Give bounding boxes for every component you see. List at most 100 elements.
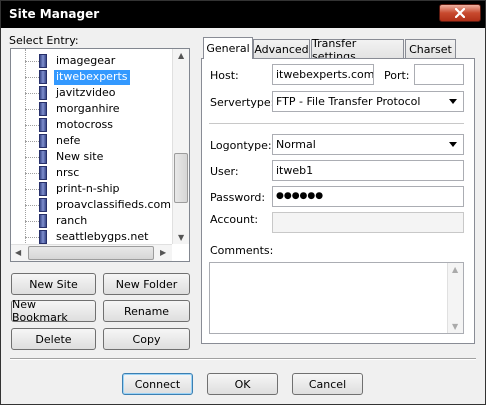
server-icon: [39, 198, 47, 212]
title-bar: Site Manager: [1, 1, 485, 28]
tree-item-label: nrsc: [56, 166, 80, 179]
server-icon: [39, 134, 47, 148]
servertype-select[interactable]: FTP - File Transfer Protocol: [272, 91, 464, 112]
tree-item[interactable]: javitzvideo: [11, 85, 171, 101]
tree-item[interactable]: imagegear: [11, 53, 171, 69]
server-icon: [39, 54, 47, 68]
user-label: User:: [210, 165, 239, 178]
tree-connector: [25, 77, 39, 78]
tree-item[interactable]: New site: [11, 149, 171, 165]
tree-item-label: seattlebygps.net: [56, 230, 149, 243]
tree-item[interactable]: print-n-ship: [11, 181, 171, 197]
tree-item-label: motocross: [56, 118, 114, 131]
tree-connector: [25, 157, 39, 158]
tab-general[interactable]: General: [203, 37, 253, 59]
scroll-down-icon[interactable]: ▼: [178, 233, 184, 242]
comments-textarea[interactable]: ▲ ▼: [209, 262, 464, 334]
tree-item[interactable]: morganhire: [11, 101, 171, 117]
tree-connector: [25, 189, 39, 190]
tab-advanced[interactable]: Advanced: [253, 39, 310, 59]
tree-item-label: New site: [56, 150, 104, 163]
comments-scrollbar[interactable]: ▲ ▼: [447, 263, 463, 333]
chevron-down-icon: [449, 99, 457, 104]
tree-connector: [25, 61, 39, 62]
delete-button[interactable]: Delete: [11, 328, 96, 350]
tree-horizontal-scroll-thumb[interactable]: [28, 246, 154, 260]
connect-button[interactable]: Connect: [122, 373, 193, 395]
tab-transfer-settings[interactable]: Transfer settings: [311, 37, 404, 63]
copy-button[interactable]: Copy: [103, 328, 190, 350]
scroll-right-icon[interactable]: ▶: [160, 248, 166, 257]
chevron-down-icon: [449, 142, 457, 147]
tree-connector: [25, 109, 39, 110]
tree-connector: [25, 237, 39, 238]
tree-item[interactable]: ranch: [11, 213, 171, 229]
tree-item[interactable]: motocross: [11, 117, 171, 133]
tree-connector: [25, 93, 39, 94]
tree-item-label: ranch: [56, 214, 88, 227]
scroll-down-icon[interactable]: ▼: [452, 322, 458, 331]
close-icon: [455, 8, 465, 18]
footer-separator: [10, 358, 476, 360]
tree-item-label: imagegear: [56, 54, 116, 67]
server-icon: [39, 230, 47, 244]
tree-connector: [25, 125, 39, 126]
user-input[interactable]: itweb1: [272, 160, 464, 181]
tree-item[interactable]: nefe: [11, 133, 171, 149]
server-icon: [39, 214, 47, 228]
account-input: [272, 212, 464, 233]
tree-item[interactable]: seattlebygps.net: [11, 229, 171, 245]
host-input[interactable]: itwebexperts.com: [272, 64, 374, 85]
new-bookmark-button[interactable]: New Bookmark: [11, 298, 96, 324]
password-input[interactable]: ●●●●●●: [272, 186, 464, 207]
tree-horizontal-scrollbar[interactable]: ◀ ▶: [11, 244, 172, 261]
logontype-select[interactable]: Normal: [272, 134, 464, 155]
tree-item-label: javitzvideo: [56, 86, 116, 99]
tab-charset[interactable]: Charset: [405, 39, 456, 59]
logontype-label: Logontype:: [210, 139, 272, 152]
comments-label: Comments:: [210, 244, 274, 257]
tree-vertical-scroll-thumb[interactable]: [174, 153, 188, 203]
server-icon: [39, 150, 47, 164]
scroll-up-icon[interactable]: ▲: [452, 265, 458, 274]
server-icon: [39, 182, 47, 196]
site-manager-window: Site Manager Select Entry: imagegear itwe…: [0, 0, 486, 405]
site-tree[interactable]: imagegear itwebexperts javitzvideo morganhi…: [10, 48, 190, 262]
close-button[interactable]: [439, 4, 481, 22]
port-label: Port:: [384, 69, 410, 82]
server-icon: [39, 166, 47, 180]
server-icon: [39, 118, 47, 132]
servertype-value: FTP - File Transfer Protocol: [276, 95, 421, 108]
password-label: Password:: [210, 191, 266, 204]
servertype-label: Servertype:: [210, 96, 275, 109]
select-entry-label: Select Entry:: [9, 34, 79, 47]
new-site-button[interactable]: New Site: [11, 273, 96, 295]
server-icon: [39, 70, 47, 84]
port-input[interactable]: [414, 64, 464, 85]
tree-item[interactable]: nrsc: [11, 165, 171, 181]
new-folder-button[interactable]: New Folder: [103, 273, 190, 295]
scroll-left-icon[interactable]: ◀: [15, 248, 21, 257]
host-label: Host:: [210, 69, 239, 82]
tree-connector: [25, 205, 39, 206]
tree-vertical-scrollbar[interactable]: ▲ ▼: [172, 49, 189, 244]
tree-item-label: morganhire: [56, 102, 120, 115]
scroll-up-icon[interactable]: ▲: [178, 51, 184, 60]
tree-connector: [25, 173, 39, 174]
server-icon: [39, 102, 47, 116]
window-title: Site Manager: [9, 7, 100, 21]
account-label: Account:: [210, 213, 259, 226]
tree-item-label: proavclassifieds.com: [56, 198, 172, 211]
separator: [209, 123, 464, 125]
tree-item-label: nefe: [56, 134, 81, 147]
tree-connector: [25, 221, 39, 222]
logontype-value: Normal: [276, 138, 316, 151]
server-icon: [39, 86, 47, 100]
tree-item-label: print-n-ship: [56, 182, 120, 195]
tree-item[interactable]: proavclassifieds.com: [11, 197, 171, 213]
rename-button[interactable]: Rename: [103, 300, 190, 322]
cancel-button[interactable]: Cancel: [292, 373, 363, 395]
ok-button[interactable]: OK: [207, 373, 278, 395]
tree-item[interactable]: itwebexperts: [11, 69, 171, 85]
tree-item-label: itwebexperts: [54, 70, 130, 85]
